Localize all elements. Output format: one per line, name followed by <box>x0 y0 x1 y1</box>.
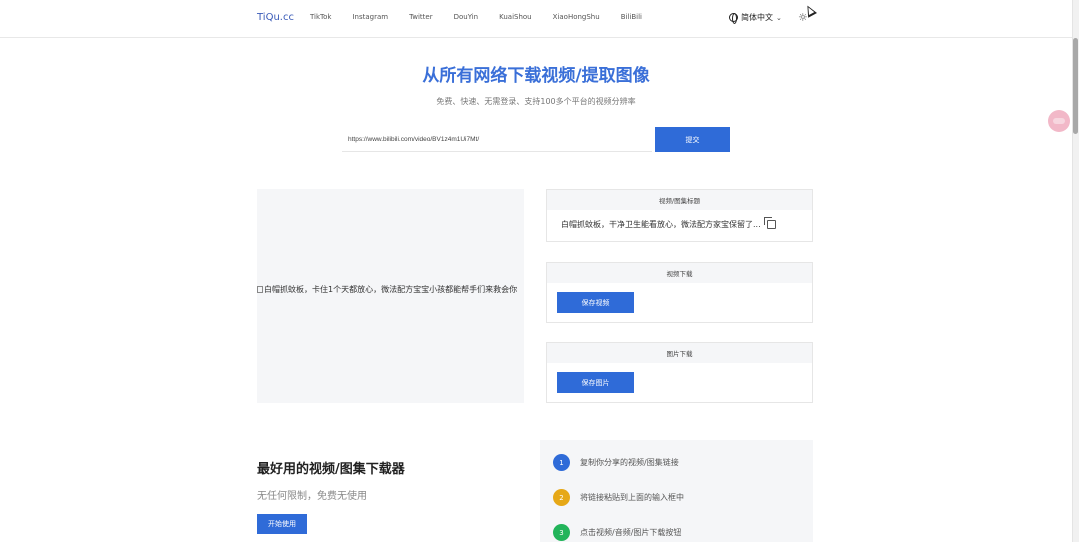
video-download-panel: 视频下载 保存视频 <box>546 262 813 323</box>
platform-nav: TikTok Instagram Twitter DouYin KuaiShou… <box>310 13 663 21</box>
step-text: 复制你分享的视频/图集链接 <box>580 458 679 467</box>
step-number: 3 <box>553 524 570 541</box>
chevron-down-icon: ⌄ <box>776 13 782 22</box>
step-item: 3 点击视频/音频/图片下载按钮 <box>553 524 681 541</box>
language-selector[interactable]: 简体中文 ⌄ <box>729 12 782 24</box>
nav-link-douyin[interactable]: DouYin <box>454 13 479 21</box>
hero-subtitle: 免费、快速、无需登录、支持100多个平台的视频分辨率 <box>436 97 636 106</box>
step-item: 2 将链接粘贴到上面的输入框中 <box>553 489 684 506</box>
title-panel-header: 视频/图集标题 <box>547 189 812 210</box>
nav-link-kuaishou[interactable]: KuaiShou <box>499 13 532 21</box>
title-panel: 视频/图集标题 白帽抓蚊板，干净卫生能看放心，微法配方家宝保留了... <box>546 189 813 242</box>
top-header: TiQu.cc TikTok Instagram Twitter DouYin … <box>0 0 1072 38</box>
step-text: 将链接粘贴到上面的输入框中 <box>580 493 684 502</box>
step-text: 点击视频/音频/图片下载按钮 <box>580 528 682 537</box>
preview-alt-label: 白帽抓蚊板，卡住1个天都放心，微法配方宝宝小孩都能帮手们来救会你 <box>264 285 518 294</box>
globe-icon <box>729 13 738 24</box>
save-video-button[interactable]: 保存视频 <box>557 292 634 313</box>
floating-helper-icon[interactable] <box>1048 110 1070 132</box>
step-item: 1 复制你分享的视频/图集链接 <box>553 454 679 471</box>
steps-panel: 1 复制你分享的视频/图集链接 2 将链接粘贴到上面的输入框中 3 点击视频/音… <box>540 440 813 542</box>
broken-image-icon <box>257 286 263 293</box>
nav-link-bilibili[interactable]: BiliBili <box>621 13 642 21</box>
nav-link-twitter[interactable]: Twitter <box>409 13 432 21</box>
media-title-text: 白帽抓蚊板，干净卫生能看放心，微法配方家宝保留了... <box>561 219 761 229</box>
features-subtitle: 无任何限制，免费无使用 <box>257 491 367 502</box>
step-number: 1 <box>553 454 570 471</box>
image-download-panel: 图片下载 保存图片 <box>546 342 813 403</box>
start-using-button[interactable]: 开始使用 <box>257 514 307 534</box>
preview-alt-text: 白帽抓蚊板，卡住1个天都放心，微法配方宝宝小孩都能帮手们来救会你 <box>257 283 524 296</box>
copy-icon[interactable] <box>763 216 776 229</box>
title-row: 白帽抓蚊板，干净卫生能看放心，微法配方家宝保留了... <box>547 210 812 238</box>
nav-link-xiaohongshu[interactable]: XiaoHongShu <box>553 13 600 21</box>
save-image-button[interactable]: 保存图片 <box>557 372 634 393</box>
video-panel-header: 视频下载 <box>547 262 812 283</box>
image-panel-header: 图片下载 <box>547 342 812 363</box>
url-input[interactable] <box>342 127 652 152</box>
step-number: 2 <box>553 489 570 506</box>
site-logo[interactable]: TiQu.cc <box>257 12 294 23</box>
language-label: 简体中文 <box>741 13 773 22</box>
nav-link-tiktok[interactable]: TikTok <box>310 13 331 21</box>
nav-link-instagram[interactable]: Instagram <box>352 13 388 21</box>
hero-title: 从所有网络下载视频/提取图像 <box>422 66 650 86</box>
submit-button[interactable]: 提交 <box>655 127 730 152</box>
scrollbar-thumb[interactable] <box>1073 38 1078 134</box>
features-title: 最好用的视频/图集下载器 <box>257 462 405 477</box>
media-preview: 白帽抓蚊板，卡住1个天都放心，微法配方宝宝小孩都能帮手们来救会你 <box>257 189 524 403</box>
